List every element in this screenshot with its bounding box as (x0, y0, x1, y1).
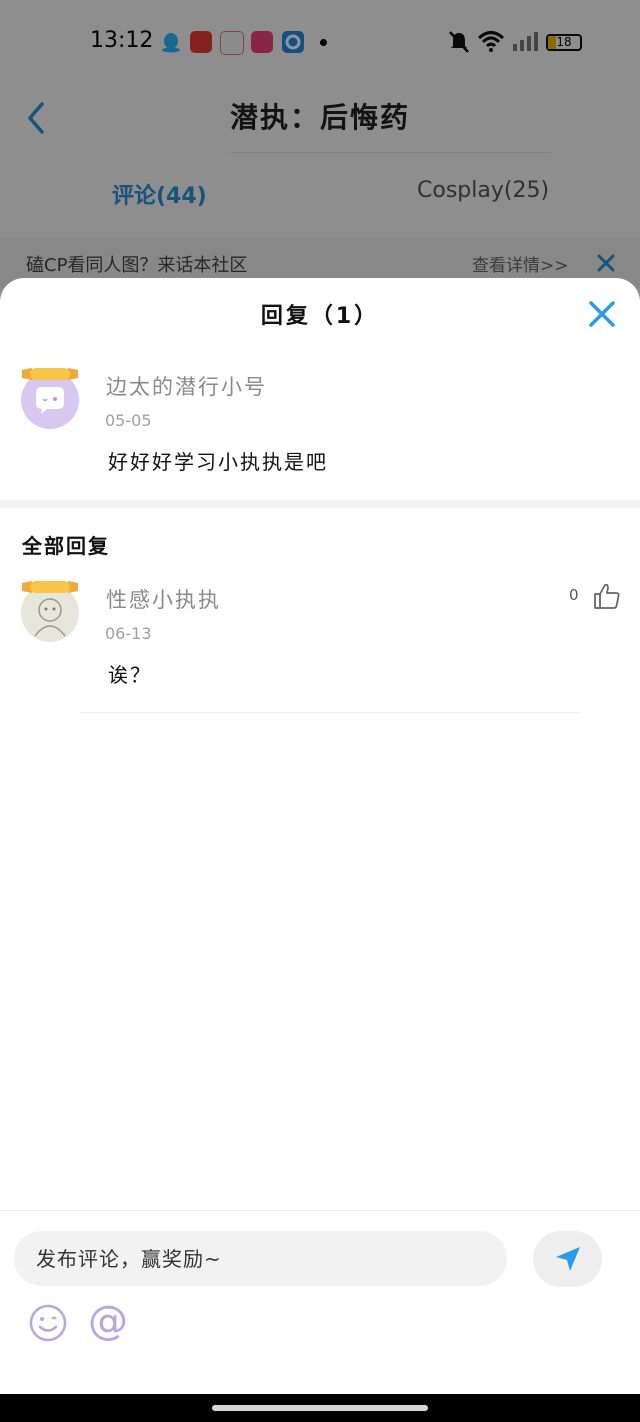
reply-divider (80, 712, 580, 713)
close-icon[interactable] (584, 296, 620, 332)
system-nav-bar (0, 1394, 640, 1422)
reply-username[interactable]: 性感小执执 (106, 584, 221, 614)
comment-username[interactable]: 边太的潜行小号 (106, 371, 267, 401)
emoji-icon[interactable] (28, 1303, 68, 1343)
send-button[interactable] (533, 1231, 602, 1287)
send-icon (556, 1247, 580, 1271)
home-indicator[interactable] (212, 1405, 428, 1411)
all-replies-heading: 全部回复 (22, 534, 110, 558)
reply-date: 06-13 (105, 624, 152, 643)
like-count: 0 (569, 586, 579, 604)
reply-content: 诶？ (108, 663, 152, 687)
mention-at-icon[interactable]: @ (86, 1299, 130, 1343)
badge-ribbon-icon (22, 581, 78, 593)
comment-input-bar: @ (0, 1210, 640, 1395)
section-divider (0, 500, 640, 508)
comment-date: 05-05 (105, 411, 152, 430)
sheet-title: 回复（1） (260, 304, 380, 329)
thumbs-up-icon[interactable] (592, 581, 622, 611)
badge-ribbon-icon (22, 368, 78, 380)
comment-content: 好好好学习小执执是吧 (108, 450, 328, 474)
comment-input[interactable] (14, 1231, 507, 1286)
